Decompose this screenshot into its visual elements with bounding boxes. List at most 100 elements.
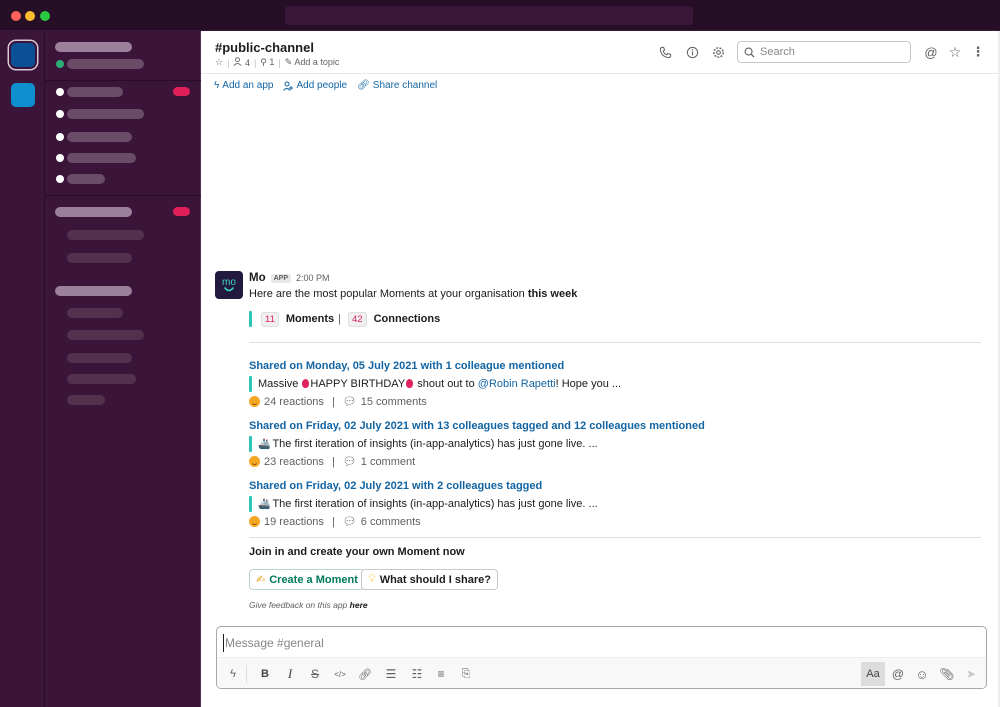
code-icon[interactable]: </> [330, 664, 350, 684]
bulleted-list-icon[interactable]: ☷ [407, 664, 427, 684]
moment-title-link[interactable]: Shared on Monday, 05 July 2021 with 1 co… [249, 360, 989, 372]
channel-title[interactable]: #public-channel [215, 40, 314, 55]
moment-item: Shared on Monday, 05 July 2021 with 1 co… [249, 360, 989, 408]
members-button[interactable]: 4 [233, 57, 250, 68]
more-icon[interactable]: ⋮ [970, 44, 986, 60]
search-icon [744, 47, 755, 58]
top-search-bar[interactable] [285, 6, 693, 25]
sidebar-item[interactable] [67, 395, 105, 405]
star-icon[interactable]: ☆ [947, 44, 963, 60]
close-window-button[interactable] [11, 11, 21, 21]
sender-name[interactable]: Mo [249, 272, 266, 284]
bold-icon[interactable]: B [255, 664, 275, 684]
sidebar-divider [45, 80, 201, 81]
moments-count: 11 [261, 311, 279, 327]
sidebar-item[interactable] [67, 353, 132, 363]
search-box[interactable] [737, 41, 911, 63]
workspace-name-placeholder[interactable] [55, 42, 132, 52]
search-input[interactable] [760, 46, 900, 58]
moments-label: Moments [285, 313, 335, 325]
sidebar-item[interactable] [67, 374, 136, 384]
message-body: Mo APP 2:00 PM Here are the most popular… [249, 271, 989, 610]
message-timestamp[interactable]: 2:00 PM [296, 273, 330, 283]
phone-icon[interactable] [657, 44, 673, 60]
sidebar-item[interactable] [67, 153, 136, 163]
person-icon [233, 57, 242, 66]
blockquote-icon[interactable]: ≡ [431, 664, 451, 684]
user-name-placeholder [67, 59, 144, 69]
message-input[interactable] [223, 634, 963, 652]
sidebar-item[interactable] [67, 109, 144, 119]
quote-bar [249, 311, 252, 327]
sidebar-divider [45, 195, 201, 196]
unread-badge [173, 87, 190, 96]
shortcuts-icon[interactable]: ϟ [223, 664, 243, 684]
pin-icon: ⚲ [260, 57, 267, 67]
mention-icon[interactable]: @ [888, 664, 908, 684]
channel-actions: ϟ Add an app Add people 🔗︎ Share channel [214, 80, 437, 91]
balloon-icon [406, 379, 414, 388]
avatar[interactable]: mo [215, 271, 243, 299]
star-icon[interactable]: ☆ [215, 57, 223, 68]
sidebar-item[interactable] [67, 132, 132, 142]
sidebar-item[interactable] [67, 330, 144, 340]
minimize-window-button[interactable] [25, 11, 35, 21]
separator: | [331, 515, 335, 528]
sidebar-item[interactable] [67, 87, 123, 97]
link-icon: 🔗︎ [357, 80, 370, 91]
at-icon[interactable]: @ [923, 44, 939, 60]
user-mention[interactable]: @Robin Rapetti [478, 378, 556, 390]
workspace-1-button[interactable] [11, 43, 35, 67]
moment-item: Shared on Friday, 02 July 2021 with 2 co… [249, 480, 989, 528]
gear-icon[interactable] [710, 44, 726, 60]
comment-icon: 💬︎ [342, 456, 357, 468]
send-icon[interactable]: ➤ [961, 664, 981, 684]
moment-text: The first iteration of insights (in-app-… [272, 498, 598, 510]
channel-dot [56, 175, 64, 183]
cta-title: Join in and create your own Moment now [249, 546, 465, 558]
what-to-share-button[interactable]: 💡︎ What should I share? [361, 569, 498, 590]
channel-sidebar [45, 31, 201, 707]
maximize-window-button[interactable] [40, 11, 50, 21]
attachment-icon[interactable]: 📎︎ [937, 664, 957, 684]
app-badge: APP [270, 273, 292, 283]
moment-quote: 🚢 The first iteration of insights (in-ap… [249, 496, 989, 512]
sidebar-item[interactable] [67, 174, 105, 184]
smile-emoji-icon [249, 456, 260, 467]
text-part: Massive [258, 378, 302, 390]
divider [249, 342, 981, 343]
italic-icon[interactable]: I [280, 664, 300, 684]
code-block-icon[interactable]: ⎘ [456, 664, 476, 684]
moment-title-link[interactable]: Shared on Friday, 02 July 2021 with 2 co… [249, 480, 989, 492]
add-app-label: Add an app [222, 80, 274, 91]
create-moment-button[interactable]: ✍ Create a Moment [249, 569, 365, 590]
sidebar-item[interactable] [67, 230, 144, 240]
workspace-2-button[interactable] [11, 83, 35, 107]
text-part: shout out to [414, 378, 478, 390]
info-icon[interactable] [684, 44, 700, 60]
ordered-list-icon[interactable]: ☰ [381, 664, 401, 684]
section-header-placeholder[interactable] [55, 286, 132, 296]
add-app-button[interactable]: ϟ Add an app [214, 80, 273, 91]
moment-title-link[interactable]: Shared on Friday, 02 July 2021 with 13 c… [249, 420, 989, 432]
strikethrough-icon[interactable]: S [305, 664, 325, 684]
share-channel-button[interactable]: 🔗︎ Share channel [357, 80, 437, 91]
link-icon[interactable]: 🔗︎ [355, 664, 375, 684]
moment-quote: Massive HAPPY BIRTHDAY shout out to @Rob… [249, 376, 989, 392]
formatting-toggle-button[interactable]: Aa [861, 662, 885, 686]
moment-engagement: 24 reactions | 💬︎ 15 comments [249, 395, 989, 408]
text-part: ! Hope you ... [555, 378, 622, 390]
pinned-button[interactable]: ⚲ 1 [260, 57, 274, 68]
divider [249, 537, 981, 538]
section-header-placeholder[interactable] [55, 207, 132, 217]
add-people-button[interactable]: Add people [283, 80, 347, 91]
smile-emoji-icon [249, 516, 260, 527]
feedback-line: Give feedback on this app here [249, 600, 368, 610]
pinned-count: 1 [269, 57, 275, 67]
feedback-link[interactable]: here [350, 600, 368, 610]
sidebar-item[interactable] [67, 253, 132, 263]
quote-bar [249, 376, 252, 392]
sidebar-item[interactable] [67, 308, 123, 318]
emoji-icon[interactable]: ☺ [912, 664, 932, 684]
add-topic-button[interactable]: ✎ Add a topic [285, 57, 340, 68]
